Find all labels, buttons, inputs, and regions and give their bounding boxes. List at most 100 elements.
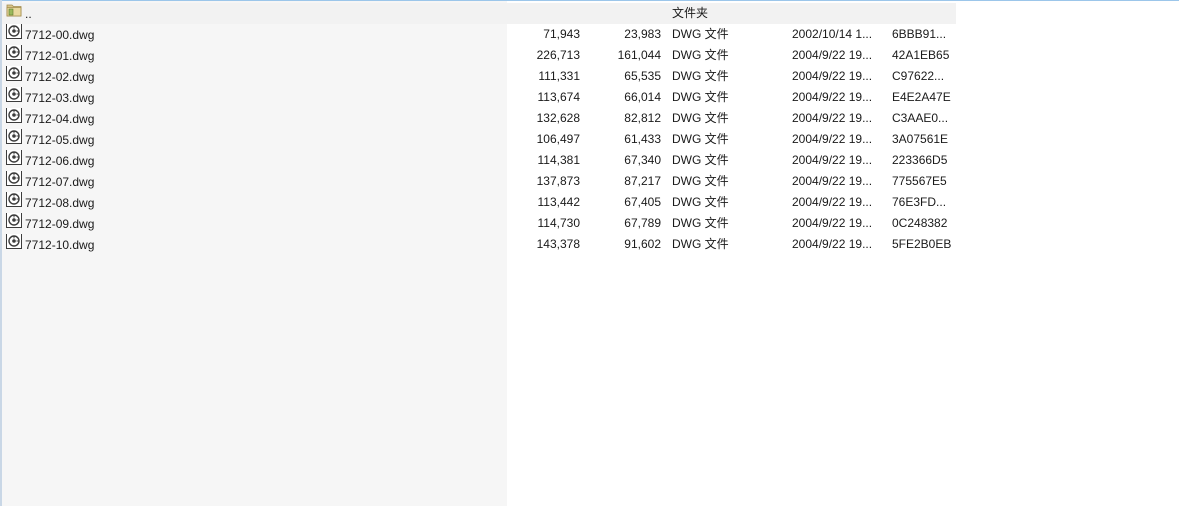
name-cell: 7712-04.dwg (6, 108, 506, 129)
crc-value: 42A1EB65 (892, 48, 950, 62)
folder-up-icon (6, 3, 22, 24)
file-type: DWG 文件 (672, 111, 729, 125)
packed-size: 91,602 (624, 237, 661, 251)
name-cell: 7712-06.dwg (6, 150, 506, 171)
file-row[interactable]: 7712-00.dwg 71,943 23,983 DWG 文件 2002/10/14 … (2, 24, 956, 45)
file-size: 137,873 (536, 174, 580, 188)
file-size: 114,730 (537, 216, 581, 230)
file-type: DWG 文件 (672, 195, 729, 209)
file-row[interactable]: 7712-08.dwg 113,442 67,405 DWG 文件 2004/9/22 … (2, 192, 956, 213)
name-cell: .. (6, 3, 506, 24)
file-name: 7712-08.dwg (25, 196, 95, 210)
crc-value: 3A07561E (892, 132, 949, 146)
file-name: 7712-01.dwg (25, 49, 95, 63)
file-type: DWG 文件 (672, 48, 729, 62)
packed-size: 65,535 (624, 69, 661, 83)
dwg-file-icon (6, 192, 22, 213)
packed-size: 67,340 (624, 153, 661, 167)
modified-date: 2004/9/22 19... (792, 48, 873, 62)
crc-value: 6BBB91... (892, 27, 947, 41)
file-list: .. 文件夹 7712-00.dwg 71,943 23,983 DWG 文件 2002… (2, 3, 956, 255)
file-size: 143,378 (536, 237, 580, 251)
file-row[interactable]: 7712-07.dwg 137,873 87,217 DWG 文件 2004/9/22 … (2, 171, 956, 192)
name-cell: 7712-01.dwg (6, 45, 506, 66)
packed-size: 87,217 (624, 174, 661, 188)
file-name: 7712-09.dwg (25, 217, 95, 231)
dwg-file-icon (6, 66, 22, 87)
packed-size: 61,433 (624, 132, 661, 146)
crc-value: 775567E5 (892, 174, 947, 188)
crc-value: 223366D5 (892, 153, 948, 167)
file-name: 7712-10.dwg (25, 238, 95, 252)
name-cell: 7712-10.dwg (6, 234, 506, 255)
file-row[interactable]: 7712-03.dwg 113,674 66,014 DWG 文件 2004/9/22 … (2, 87, 956, 108)
file-size: 113,674 (537, 90, 581, 104)
crc-value: 0C248382 (892, 216, 948, 230)
file-size: 113,442 (537, 195, 581, 209)
name-cell: 7712-00.dwg (6, 24, 506, 45)
modified-date: 2004/9/22 19... (792, 216, 873, 230)
packed-size: 23,983 (624, 27, 661, 41)
file-type: DWG 文件 (672, 90, 729, 104)
dwg-file-icon (6, 45, 22, 66)
crc-value: C3AAE0... (892, 111, 949, 125)
name-cell: 7712-02.dwg (6, 66, 506, 87)
packed-size: 66,014 (624, 90, 661, 104)
name-cell: 7712-05.dwg (6, 129, 506, 150)
dwg-file-icon (6, 171, 22, 192)
file-size: 106,497 (536, 132, 580, 146)
file-size: 71,943 (543, 27, 580, 41)
modified-date: 2004/9/22 19... (792, 153, 873, 167)
file-size: 226,713 (536, 48, 580, 62)
modified-date: 2004/9/22 19... (792, 69, 873, 83)
crc-value: 5FE2B0EB (892, 237, 952, 251)
file-type: DWG 文件 (672, 237, 729, 251)
file-name: 7712-05.dwg (25, 133, 95, 147)
modified-date: 2004/9/22 19... (792, 195, 873, 209)
crc-value: 76E3FD... (892, 195, 947, 209)
name-cell: 7712-03.dwg (6, 87, 506, 108)
crc-value: E4E2A47E (892, 90, 951, 104)
file-row[interactable]: 7712-10.dwg 143,378 91,602 DWG 文件 2004/9/22 … (2, 234, 956, 255)
file-name: 7712-00.dwg (25, 28, 95, 42)
file-name: 7712-07.dwg (25, 175, 95, 189)
file-name: 7712-02.dwg (25, 70, 95, 84)
file-list-viewport: .. 文件夹 7712-00.dwg 71,943 23,983 DWG 文件 2002… (0, 0, 1179, 506)
packed-size: 161,044 (617, 48, 661, 62)
file-type: DWG 文件 (672, 69, 729, 83)
modified-date: 2004/9/22 19... (792, 90, 873, 104)
modified-date: 2004/9/22 19... (792, 237, 873, 251)
dwg-file-icon (6, 108, 22, 129)
file-type: DWG 文件 (672, 132, 729, 146)
modified-date: 2004/9/22 19... (792, 174, 873, 188)
file-name: 7712-06.dwg (25, 154, 95, 168)
packed-size: 82,812 (624, 111, 661, 125)
file-type: DWG 文件 (672, 216, 729, 230)
crc-value: C97622... (892, 69, 945, 83)
dwg-file-icon (6, 129, 22, 150)
parent-folder-row[interactable]: .. 文件夹 (2, 3, 956, 24)
file-type: DWG 文件 (672, 153, 729, 167)
file-row[interactable]: 7712-04.dwg 132,628 82,812 DWG 文件 2004/9/22 … (2, 108, 956, 129)
file-type: DWG 文件 (672, 174, 729, 188)
file-size: 111,331 (538, 69, 580, 83)
file-row[interactable]: 7712-06.dwg 114,381 67,340 DWG 文件 2004/9/22 … (2, 150, 956, 171)
modified-date: 2004/9/22 19... (792, 132, 873, 146)
name-cell: 7712-07.dwg (6, 171, 506, 192)
parent-folder-type: 文件夹 (672, 6, 709, 20)
name-cell: 7712-08.dwg (6, 192, 506, 213)
packed-size: 67,405 (624, 195, 661, 209)
parent-folder-label: .. (25, 7, 32, 21)
file-row[interactable]: 7712-02.dwg 111,331 65,535 DWG 文件 2004/9/22 … (2, 66, 956, 87)
modified-date: 2004/9/22 19... (792, 111, 873, 125)
dwg-file-icon (6, 150, 22, 171)
dwg-file-icon (6, 87, 22, 108)
file-row[interactable]: 7712-09.dwg 114,730 67,789 DWG 文件 2004/9/22 … (2, 213, 956, 234)
file-row[interactable]: 7712-01.dwg 226,713 161,044 DWG 文件 2004/9/22… (2, 45, 956, 66)
file-row[interactable]: 7712-05.dwg 106,497 61,433 DWG 文件 2004/9/22 … (2, 129, 956, 150)
dwg-file-icon (6, 24, 22, 45)
modified-date: 2002/10/14 1... (792, 27, 873, 41)
file-size: 114,381 (537, 153, 581, 167)
dwg-file-icon (6, 234, 22, 255)
packed-size: 67,789 (624, 216, 661, 230)
